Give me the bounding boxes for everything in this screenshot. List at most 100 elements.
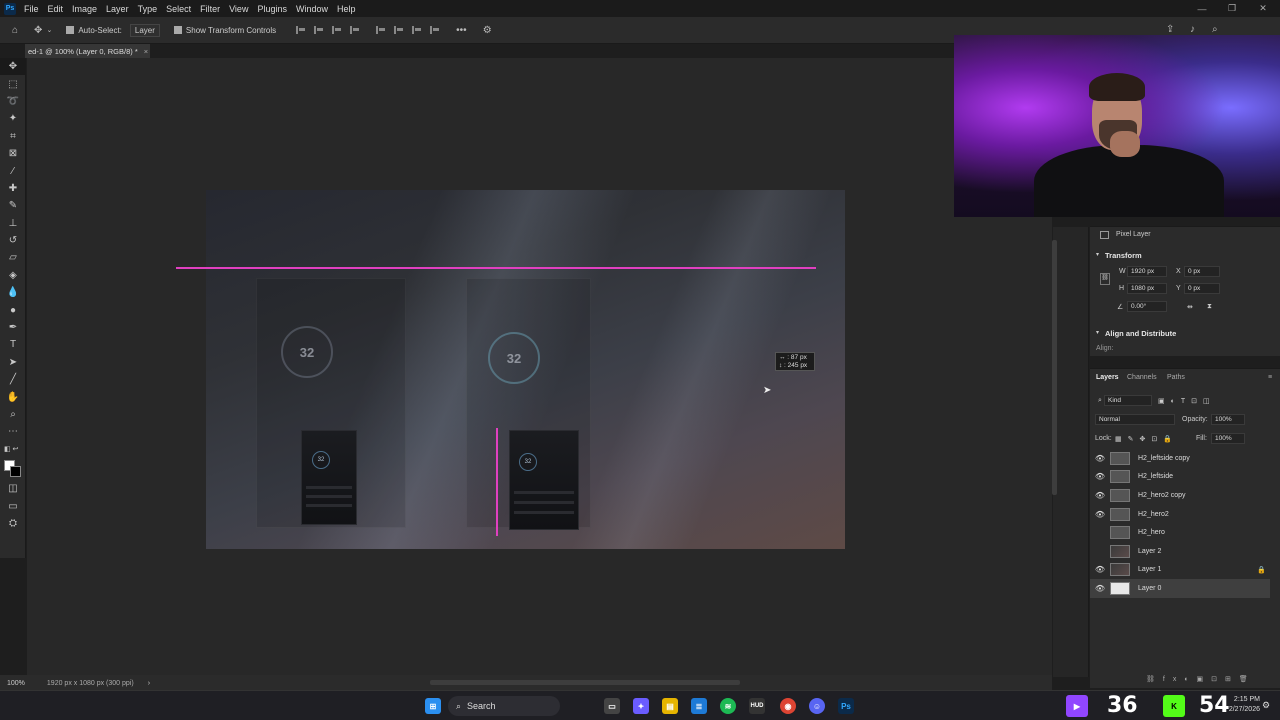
layer-row[interactable]: H2_hero: [1090, 523, 1270, 542]
align-left-icon[interactable]: [296, 26, 306, 34]
blur-tool-icon[interactable]: 💧: [0, 284, 26, 301]
chevron-down-icon[interactable]: ⌄: [46, 26, 52, 34]
task-view-icon[interactable]: ▭: [604, 698, 620, 714]
menu-image[interactable]: Image: [72, 4, 97, 14]
align-middle-icon[interactable]: [394, 26, 404, 34]
menu-layer[interactable]: Layer: [106, 4, 129, 14]
opacity-field[interactable]: 100%: [1211, 414, 1245, 425]
discord-icon[interactable]: ☺: [809, 698, 825, 714]
menu-help[interactable]: Help: [337, 4, 356, 14]
pen-tool-icon[interactable]: ✒: [0, 319, 26, 336]
tab-channels[interactable]: Channels: [1127, 374, 1157, 381]
width-field[interactable]: 1920 px: [1127, 266, 1167, 277]
visibility-eye-icon[interactable]: 👁: [1090, 472, 1110, 481]
menu-filter[interactable]: Filter: [200, 4, 220, 14]
lasso-tool-icon[interactable]: ➰: [0, 93, 26, 110]
chrome-icon[interactable]: ◉: [780, 698, 796, 714]
menu-view[interactable]: View: [229, 4, 248, 14]
layer-row[interactable]: 👁 H2_hero2 copy: [1090, 486, 1270, 505]
move-tool-icon[interactable]: ✥: [34, 25, 42, 36]
move-tool-icon[interactable]: ✥: [0, 58, 26, 76]
menu-type[interactable]: Type: [138, 4, 158, 14]
visibility-eye-icon[interactable]: 👁: [1090, 454, 1110, 463]
angle-field[interactable]: 0.00°: [1127, 301, 1167, 312]
home-icon[interactable]: ⌂: [12, 25, 18, 36]
generative-icon[interactable]: ⛭: [0, 515, 26, 532]
layer-bottom-actions[interactable]: ⛓fx◐▣⊡⊞🗑: [1146, 675, 1256, 683]
layer-row-selected[interactable]: 👁 Layer 0: [1090, 579, 1270, 598]
settings-icon[interactable]: ⚙: [1262, 700, 1270, 711]
align-center-icon[interactable]: [314, 26, 324, 34]
bell-icon[interactable]: ♪: [1190, 24, 1195, 35]
align-right-icon[interactable]: [332, 26, 342, 34]
distribute-vertical-icon[interactable]: [430, 26, 440, 34]
auto-select-checkbox[interactable]: [66, 26, 75, 34]
fill-field[interactable]: 100%: [1211, 433, 1245, 444]
document-canvas[interactable]: 32 32 32 32: [206, 190, 845, 549]
layer-row[interactable]: 👁 H2_leftside: [1090, 468, 1270, 487]
copilot-icon[interactable]: ✦: [633, 698, 649, 714]
taskbar-search[interactable]: ⌕ Search: [448, 696, 560, 716]
layer-row[interactable]: 👁 H2_hero2: [1090, 505, 1270, 524]
magic-wand-tool-icon[interactable]: ✦: [0, 110, 26, 127]
windows-start-icon[interactable]: ⊞: [425, 698, 441, 714]
frame-tool-icon[interactable]: ⊠: [0, 145, 26, 162]
share-icon[interactable]: ⇪: [1166, 24, 1174, 35]
visibility-eye-icon[interactable]: 👁: [1090, 491, 1110, 500]
layer-row[interactable]: Layer 2: [1090, 542, 1270, 561]
color-swatches-icon[interactable]: [0, 458, 26, 480]
screen-mode-icon[interactable]: ▭: [0, 497, 26, 514]
restore-icon[interactable]: ❐: [1217, 0, 1247, 17]
swap-colors-icon[interactable]: ◧ ↩: [0, 441, 26, 458]
path-selection-tool-icon[interactable]: ➤: [0, 354, 26, 371]
align-bottom-icon[interactable]: [412, 26, 422, 34]
line-tool-icon[interactable]: ╱: [0, 371, 26, 388]
show-transform-checkbox[interactable]: [173, 26, 182, 34]
eraser-tool-icon[interactable]: ▱: [0, 249, 26, 266]
vertical-scrollbar[interactable]: [1052, 240, 1057, 495]
height-field[interactable]: 1080 px: [1127, 283, 1167, 294]
dodge-tool-icon[interactable]: ●: [0, 301, 26, 318]
chevron-right-icon[interactable]: ›: [148, 680, 150, 687]
link-icon[interactable]: ⛓: [1100, 273, 1110, 285]
healing-brush-tool-icon[interactable]: ✚: [0, 180, 26, 197]
crop-tool-icon[interactable]: ⌗: [0, 128, 26, 145]
hand-tool-icon[interactable]: ✋: [0, 388, 26, 405]
kick-icon[interactable]: K: [1163, 695, 1185, 717]
panel-menu-icon[interactable]: ≡: [1268, 374, 1272, 381]
stamp-tool-icon[interactable]: ⊥: [0, 215, 26, 232]
quick-mask-icon[interactable]: ◫: [0, 480, 26, 497]
menu-window[interactable]: Window: [296, 4, 328, 14]
twitch-icon[interactable]: ▶: [1066, 695, 1088, 717]
document-info[interactable]: 1920 px x 1080 px (300 ppi): [47, 680, 134, 687]
lock-options-icons[interactable]: ▦✎✥⊡🔒: [1115, 435, 1178, 443]
layer-row[interactable]: 👁 Layer 1 🔒: [1090, 561, 1270, 580]
menu-select[interactable]: Select: [166, 4, 191, 14]
notepad-icon[interactable]: ≣: [691, 698, 707, 714]
tab-paths[interactable]: Paths: [1167, 374, 1185, 381]
gear-icon[interactable]: ⚙: [483, 25, 492, 36]
document-tab[interactable]: ed-1 @ 100% (Layer 0, RGB/8) * ×: [25, 44, 150, 58]
history-brush-tool-icon[interactable]: ↺: [0, 232, 26, 249]
y-field[interactable]: 0 px: [1184, 283, 1220, 294]
type-tool-icon[interactable]: T: [0, 336, 26, 353]
layer-row[interactable]: 👁 H2_leftside copy: [1090, 449, 1270, 468]
paint-bucket-tool-icon[interactable]: ◈: [0, 267, 26, 284]
hud-fx-icon[interactable]: HUD: [749, 698, 765, 714]
search-icon[interactable]: ⌕: [1212, 24, 1218, 35]
distribute-icon[interactable]: [350, 26, 360, 34]
flip-horizontal-icon[interactable]: ⇹: [1187, 303, 1193, 311]
menu-file[interactable]: File: [24, 4, 39, 14]
tab-layers[interactable]: Layers: [1096, 374, 1119, 381]
more-tools-icon[interactable]: ⋯: [0, 423, 26, 440]
blend-mode-dropdown[interactable]: Normal: [1095, 414, 1175, 425]
align-distribute-heading[interactable]: Align and Distribute: [1105, 329, 1176, 338]
close-window-icon[interactable]: ✕: [1248, 0, 1278, 17]
photoshop-taskbar-icon[interactable]: Ps: [838, 698, 854, 714]
menu-edit[interactable]: Edit: [48, 4, 64, 14]
auto-select-dropdown[interactable]: Layer: [129, 23, 160, 37]
background-color-swatch[interactable]: [10, 465, 21, 477]
flip-vertical-icon[interactable]: ⧗: [1207, 303, 1212, 311]
visibility-eye-icon[interactable]: 👁: [1090, 565, 1110, 574]
layer-filter-icons[interactable]: ▣◐T⊡◫: [1158, 397, 1216, 405]
